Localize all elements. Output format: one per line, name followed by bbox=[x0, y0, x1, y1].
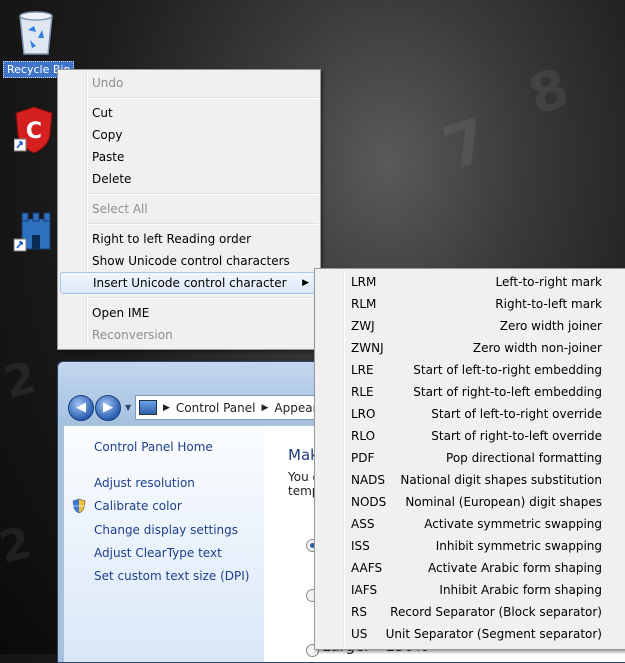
unicode-item-lre[interactable]: LRE Start of left-to-right embedding bbox=[317, 359, 623, 381]
menu-separator bbox=[88, 193, 318, 195]
unicode-item-rle[interactable]: RLE Start of right-to-left embedding bbox=[317, 381, 623, 403]
unicode-item-lrm[interactable]: LRM Left-to-right mark bbox=[317, 271, 623, 293]
recent-pages-dropdown-icon[interactable]: ▼ bbox=[125, 403, 131, 412]
breadcrumb-control-panel[interactable]: Control Panel bbox=[176, 401, 256, 415]
unicode-item-pdf[interactable]: PDF Pop directional formatting bbox=[317, 447, 623, 469]
menu-item-paste[interactable]: Paste bbox=[60, 146, 318, 168]
text-context-menu: Undo Cut Copy Paste Delete Select All Ri… bbox=[57, 69, 321, 350]
adjust-resolution-link[interactable]: Adjust resolution bbox=[94, 476, 195, 490]
menu-item-cut[interactable]: Cut bbox=[60, 102, 318, 124]
calibrate-color-link[interactable]: Calibrate color bbox=[94, 499, 182, 513]
forward-button[interactable]: ▶ bbox=[95, 395, 121, 421]
svg-text:C: C bbox=[26, 119, 42, 144]
adjust-cleartype-link[interactable]: Adjust ClearType text bbox=[94, 546, 222, 560]
menu-separator bbox=[88, 297, 318, 299]
breadcrumb-arrow-icon[interactable]: ▶ bbox=[163, 403, 170, 413]
menu-item-undo[interactable]: Undo bbox=[60, 72, 318, 94]
desktop-wallpaper-glyph: 2 bbox=[0, 352, 42, 409]
menu-item-select-all[interactable]: Select All bbox=[60, 198, 318, 220]
unicode-control-submenu: LRM Left-to-right mark RLM Right-to-left m… bbox=[314, 268, 625, 650]
unicode-item-nods[interactable]: NODS Nominal (European) digit shapes bbox=[317, 491, 623, 513]
unicode-item-zwnj[interactable]: ZWNJ Zero width non-joiner bbox=[317, 337, 623, 359]
desktop-wallpaper-glyph: 7 bbox=[435, 105, 497, 185]
back-button[interactable]: ◀ bbox=[68, 395, 94, 421]
tasks-pane: Control Panel Home Adjust resolution Cal… bbox=[64, 426, 264, 662]
unicode-item-rs[interactable]: RS Record Separator (Block separator) bbox=[317, 601, 623, 623]
desktop-wallpaper-glyph: 8 bbox=[521, 55, 577, 128]
custom-text-size-link[interactable]: Set custom text size (DPI) bbox=[94, 569, 249, 583]
unicode-item-iss[interactable]: ISS Inhibit symmetric swapping bbox=[317, 535, 623, 557]
comodo-shortcut-icon[interactable]: C bbox=[13, 105, 54, 155]
unicode-item-rlo[interactable]: RLO Start of right-to-left override bbox=[317, 425, 623, 447]
recycle-bin-icon[interactable] bbox=[14, 8, 58, 56]
unicode-item-us[interactable]: US Unit Separator (Segment separator) bbox=[317, 623, 623, 645]
menu-separator bbox=[88, 97, 318, 99]
menu-separator bbox=[88, 223, 318, 225]
unicode-item-lro[interactable]: LRO Start of left-to-right override bbox=[317, 403, 623, 425]
unicode-item-zwj[interactable]: ZWJ Zero width joiner bbox=[317, 315, 623, 337]
unicode-item-ass[interactable]: ASS Activate symmetric swapping bbox=[317, 513, 623, 535]
menu-item-copy[interactable]: Copy bbox=[60, 124, 318, 146]
shield-icon bbox=[72, 498, 86, 514]
menu-item-delete[interactable]: Delete bbox=[60, 168, 318, 190]
unicode-item-nads[interactable]: NADS National digit shapes substitution bbox=[317, 469, 623, 491]
castle-shortcut-icon[interactable] bbox=[12, 205, 56, 255]
menu-item-open-ime[interactable]: Open IME bbox=[60, 302, 318, 324]
menu-item-reconversion[interactable]: Reconversion bbox=[60, 324, 318, 346]
change-display-settings-link[interactable]: Change display settings bbox=[94, 523, 238, 537]
unicode-item-rlm[interactable]: RLM Right-to-left mark bbox=[317, 293, 623, 315]
unicode-item-iafs[interactable]: IAFS Inhibit Arabic form shaping bbox=[317, 579, 623, 601]
breadcrumb-arrow-icon[interactable]: ▶ bbox=[262, 403, 269, 413]
control-panel-home-link[interactable]: Control Panel Home bbox=[94, 440, 213, 454]
menu-item-show-unicode-control[interactable]: Show Unicode control characters bbox=[60, 250, 318, 272]
control-panel-icon bbox=[139, 400, 157, 415]
submenu-arrow-icon: ▶ bbox=[302, 278, 309, 288]
menu-item-rtl-reading-order[interactable]: Right to left Reading order bbox=[60, 228, 318, 250]
menu-item-insert-unicode-control[interactable]: Insert Unicode control character ▶ bbox=[60, 272, 318, 294]
desktop-wallpaper-glyph: 2 bbox=[0, 517, 37, 574]
unicode-item-aafs[interactable]: AAFS Activate Arabic form shaping bbox=[317, 557, 623, 579]
